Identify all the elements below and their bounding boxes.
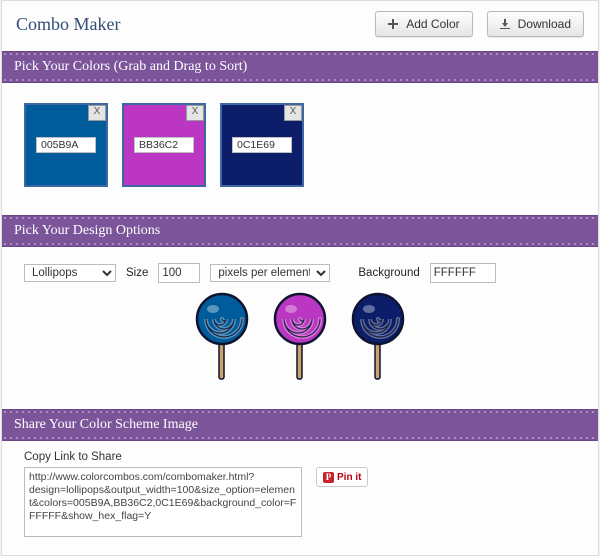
units-select[interactable]: pixels per element	[210, 264, 330, 282]
color-swatch[interactable]: X	[122, 103, 206, 187]
color-swatch[interactable]: X	[24, 103, 108, 187]
download-label: Download	[518, 17, 571, 31]
page-title: Combo Maker	[16, 14, 120, 35]
lollipop-preview-item	[269, 291, 331, 383]
pinit-label: Pin it	[337, 472, 361, 483]
download-button[interactable]: Download	[487, 11, 584, 37]
size-label: Size	[126, 267, 148, 279]
remove-color-button[interactable]: X	[88, 105, 106, 121]
pinterest-icon: P	[323, 472, 334, 483]
section-banner-options: Pick Your Design Options	[2, 215, 598, 247]
options-area: Lollipops Size pixels per element Backgr…	[2, 247, 598, 409]
lollipop-preview-item	[191, 291, 253, 383]
background-input[interactable]	[430, 263, 496, 283]
design-preview	[24, 283, 576, 401]
size-input[interactable]	[158, 263, 200, 283]
hex-input[interactable]	[36, 137, 96, 153]
pinit-button[interactable]: P Pin it	[316, 467, 368, 487]
header-buttons: Add Color Download	[375, 11, 584, 37]
download-icon	[500, 19, 510, 29]
remove-color-button[interactable]: X	[284, 105, 302, 121]
section-banner-colors: Pick Your Colors (Grab and Drag to Sort)	[2, 51, 598, 83]
design-select[interactable]: Lollipops	[24, 264, 116, 282]
lollipop-preview-item	[347, 291, 409, 383]
hex-input[interactable]	[134, 137, 194, 153]
header: Combo Maker Add Color Download	[2, 1, 598, 51]
add-color-button[interactable]: Add Color	[375, 11, 472, 37]
add-color-label: Add Color	[406, 17, 459, 31]
copy-link-label: Copy Link to Share	[24, 451, 576, 463]
share-area: Copy Link to Share http://www.colorcombo…	[2, 441, 598, 555]
plus-icon	[388, 19, 398, 29]
background-label: Background	[358, 267, 419, 279]
hex-input[interactable]	[232, 137, 292, 153]
app-window: Combo Maker Add Color Download Pick Your…	[1, 0, 599, 556]
color-swatch[interactable]: X	[220, 103, 304, 187]
options-row: Lollipops Size pixels per element Backgr…	[24, 263, 576, 283]
swatches-area: XXX	[2, 83, 598, 215]
swatch-row: XXX	[24, 103, 576, 187]
section-banner-share: Share Your Color Scheme Image	[2, 409, 598, 441]
share-url-textarea[interactable]: http://www.colorcombos.com/combomaker.ht…	[24, 467, 302, 537]
remove-color-button[interactable]: X	[186, 105, 204, 121]
